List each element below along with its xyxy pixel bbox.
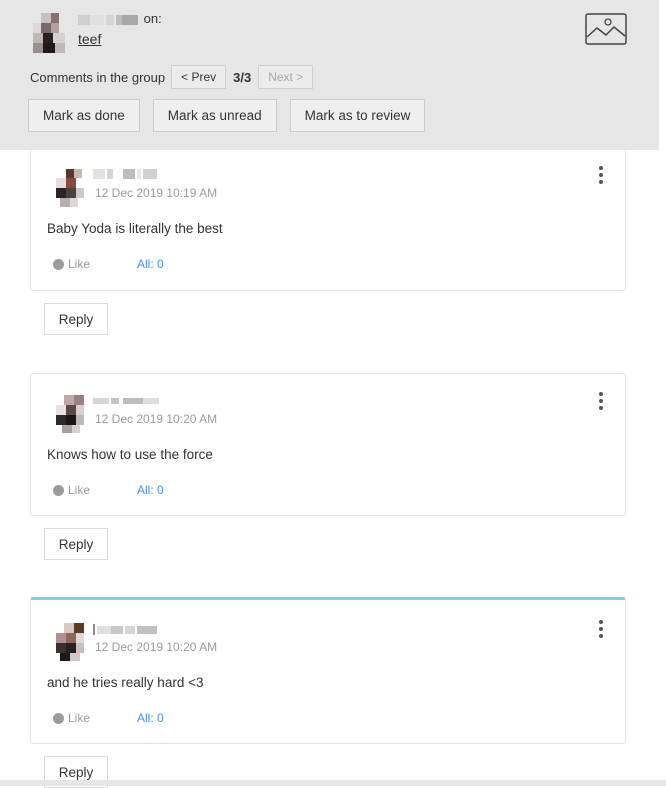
commenter-name bbox=[93, 624, 157, 635]
reactions-count[interactable]: All: 0 bbox=[137, 257, 164, 271]
comment-timestamp: 12 Dec 2019 10:20 AM bbox=[95, 640, 218, 654]
avatar bbox=[56, 623, 84, 661]
avatar bbox=[56, 169, 84, 207]
thumbs-up-icon bbox=[53, 258, 64, 270]
thumbs-up-icon bbox=[53, 712, 64, 724]
group-label: Comments in the group bbox=[30, 69, 166, 85]
mark-review-button[interactable]: Mark as to review bbox=[289, 99, 426, 132]
comment-card: 12 Dec 2019 10:20 AM Knows how to use th… bbox=[30, 373, 626, 516]
comment-card-highlighted: 12 Dec 2019 10:20 AM and he tries really… bbox=[30, 597, 626, 744]
avatar bbox=[33, 13, 65, 53]
reactions-count[interactable]: All: 0 bbox=[137, 483, 164, 497]
author-line: on: bbox=[78, 11, 162, 26]
commenter-name bbox=[93, 398, 159, 404]
comment-timestamp: 12 Dec 2019 10:20 AM bbox=[95, 412, 218, 426]
mark-unread-button[interactable]: Mark as unread bbox=[152, 99, 277, 132]
comment-actions: Mark as done Mark as unread Mark as to r… bbox=[28, 99, 426, 132]
group-counter: 3/3 bbox=[233, 69, 252, 85]
target-link[interactable]: teef bbox=[78, 31, 101, 47]
comment-text: and he tries really hard <3 bbox=[47, 675, 204, 690]
like-label: Like bbox=[68, 257, 91, 271]
more-options-icon[interactable] bbox=[594, 391, 608, 411]
reply-button[interactable]: Reply bbox=[44, 303, 108, 335]
thumbs-up-icon bbox=[53, 484, 64, 496]
author-suffix: on: bbox=[143, 11, 162, 26]
comment-card: 12 Dec 2019 10:19 AM Baby Yoda is litera… bbox=[30, 150, 626, 291]
comment-text: Baby Yoda is literally the best bbox=[47, 221, 223, 236]
reply-button[interactable]: Reply bbox=[44, 528, 108, 560]
more-options-icon[interactable] bbox=[594, 165, 608, 185]
like-label: Like bbox=[68, 711, 91, 725]
commenter-name bbox=[93, 169, 157, 179]
group-navigation: Comments in the group < Prev 3/3 Next > bbox=[30, 64, 314, 90]
comment-timestamp: 12 Dec 2019 10:19 AM bbox=[95, 186, 218, 200]
bottom-scroll-edge bbox=[0, 780, 666, 786]
reactions-count[interactable]: All: 0 bbox=[137, 711, 164, 725]
avatar bbox=[56, 395, 84, 433]
like-button[interactable]: Like bbox=[53, 257, 90, 271]
comment-text: Knows how to use the force bbox=[47, 447, 213, 462]
next-button[interactable]: Next > bbox=[258, 65, 314, 89]
image-icon[interactable] bbox=[585, 13, 627, 45]
mark-done-button[interactable]: Mark as done bbox=[28, 99, 140, 132]
prev-button[interactable]: < Prev bbox=[171, 65, 227, 89]
comment-header: on: teef Comments in the group < Prev 3/… bbox=[0, 0, 659, 150]
like-button[interactable]: Like bbox=[53, 483, 90, 497]
more-options-icon[interactable] bbox=[594, 619, 608, 639]
author-name bbox=[78, 14, 138, 25]
like-label: Like bbox=[68, 483, 91, 497]
like-button[interactable]: Like bbox=[53, 711, 90, 725]
